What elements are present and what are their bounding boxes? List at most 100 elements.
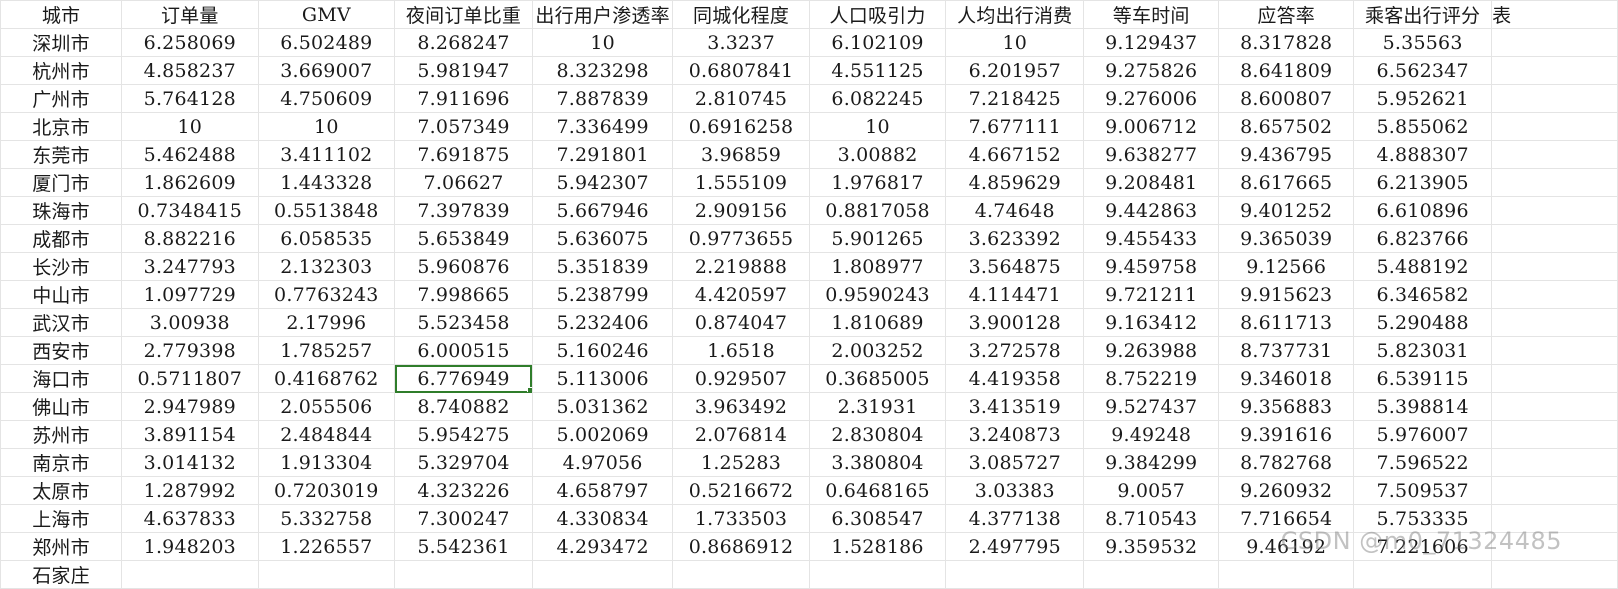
column-header[interactable]: 夜间订单比重 bbox=[394, 0, 533, 29]
value-cell[interactable]: 1.226557 bbox=[257, 532, 396, 561]
value-cell[interactable]: 8.600807 bbox=[1218, 84, 1355, 113]
city-cell[interactable]: 上海市 bbox=[0, 504, 123, 533]
value-cell[interactable]: 8.710543 bbox=[1083, 504, 1220, 533]
empty-cell[interactable] bbox=[1491, 84, 1618, 113]
value-cell[interactable]: 1.976817 bbox=[808, 168, 947, 197]
value-cell[interactable]: 0.5513848 bbox=[257, 196, 396, 225]
value-cell[interactable]: 9.260932 bbox=[1218, 476, 1355, 505]
empty-cell[interactable] bbox=[1491, 168, 1618, 197]
value-cell[interactable]: 5.901265 bbox=[808, 224, 947, 253]
column-header[interactable]: 等车时间 bbox=[1083, 0, 1220, 29]
empty-cell[interactable] bbox=[672, 560, 810, 589]
city-cell[interactable]: 厦门市 bbox=[0, 168, 123, 197]
value-cell[interactable]: 9.384299 bbox=[1083, 448, 1220, 477]
empty-cell[interactable] bbox=[394, 560, 533, 589]
value-cell[interactable]: 2.830804 bbox=[808, 420, 947, 449]
value-cell[interactable]: 0.5711807 bbox=[121, 364, 259, 393]
city-cell[interactable]: 深圳市 bbox=[0, 28, 123, 57]
value-cell[interactable]: 5.351839 bbox=[531, 252, 674, 281]
value-cell[interactable]: 2.497795 bbox=[945, 532, 1085, 561]
value-cell[interactable]: 2.076814 bbox=[672, 420, 810, 449]
value-cell[interactable]: 9.263988 bbox=[1083, 336, 1220, 365]
value-cell[interactable]: 6.102109 bbox=[808, 28, 947, 57]
value-cell[interactable]: 3.03383 bbox=[945, 476, 1085, 505]
value-cell[interactable]: 9.455433 bbox=[1083, 224, 1220, 253]
value-cell[interactable]: 0.7348415 bbox=[121, 196, 259, 225]
value-cell[interactable]: 9.459758 bbox=[1083, 252, 1220, 281]
value-cell[interactable]: 7.221606 bbox=[1353, 532, 1493, 561]
value-cell[interactable]: 5.542361 bbox=[394, 532, 533, 561]
empty-cell[interactable] bbox=[1491, 364, 1618, 393]
value-cell[interactable]: 4.330834 bbox=[531, 504, 674, 533]
city-cell[interactable]: 杭州市 bbox=[0, 56, 123, 85]
value-cell[interactable]: 0.6916258 bbox=[672, 112, 810, 141]
value-cell[interactable]: 7.998665 bbox=[394, 280, 533, 309]
empty-cell[interactable] bbox=[1491, 448, 1618, 477]
value-cell[interactable]: 2.779398 bbox=[121, 336, 259, 365]
value-cell[interactable]: 5.160246 bbox=[531, 336, 674, 365]
city-cell[interactable]: 成都市 bbox=[0, 224, 123, 253]
value-cell[interactable]: 3.411102 bbox=[257, 140, 396, 169]
value-cell[interactable]: 6.308547 bbox=[808, 504, 947, 533]
value-cell[interactable]: 3.413519 bbox=[945, 392, 1085, 421]
value-cell[interactable]: 7.291801 bbox=[531, 140, 674, 169]
value-cell[interactable]: 6.610896 bbox=[1353, 196, 1493, 225]
city-cell[interactable]: 海口市 bbox=[0, 364, 123, 393]
city-cell[interactable]: 中山市 bbox=[0, 280, 123, 309]
value-cell[interactable]: 2.003252 bbox=[808, 336, 947, 365]
value-cell[interactable]: 6.346582 bbox=[1353, 280, 1493, 309]
value-cell[interactable]: 1.810689 bbox=[808, 308, 947, 337]
column-header[interactable]: 应答率 bbox=[1218, 0, 1355, 29]
value-cell[interactable]: 10 bbox=[808, 112, 947, 141]
column-header[interactable]: 同城化程度 bbox=[672, 0, 810, 29]
value-cell[interactable]: 2.17996 bbox=[257, 308, 396, 337]
value-cell[interactable]: 2.132303 bbox=[257, 252, 396, 281]
city-cell[interactable]: 广州市 bbox=[0, 84, 123, 113]
city-cell[interactable]: 苏州市 bbox=[0, 420, 123, 449]
value-cell[interactable]: 9.401252 bbox=[1218, 196, 1355, 225]
value-cell[interactable]: 5.398814 bbox=[1353, 392, 1493, 421]
empty-cell[interactable] bbox=[1491, 224, 1618, 253]
value-cell[interactable]: 8.268247 bbox=[394, 28, 533, 57]
empty-cell[interactable] bbox=[1491, 196, 1618, 225]
value-cell[interactable]: 4.888307 bbox=[1353, 140, 1493, 169]
value-cell[interactable]: 9.391616 bbox=[1218, 420, 1355, 449]
value-cell[interactable]: 2.31931 bbox=[808, 392, 947, 421]
value-cell[interactable]: 3.623392 bbox=[945, 224, 1085, 253]
empty-cell[interactable] bbox=[531, 560, 674, 589]
value-cell[interactable]: 5.952621 bbox=[1353, 84, 1493, 113]
value-cell[interactable]: 7.300247 bbox=[394, 504, 533, 533]
value-cell[interactable]: 9.163412 bbox=[1083, 308, 1220, 337]
value-cell[interactable]: 4.114471 bbox=[945, 280, 1085, 309]
city-cell[interactable]: 南京市 bbox=[0, 448, 123, 477]
value-cell[interactable]: 4.419358 bbox=[945, 364, 1085, 393]
value-cell[interactable]: 1.443328 bbox=[257, 168, 396, 197]
value-cell[interactable]: 9.442863 bbox=[1083, 196, 1220, 225]
value-cell[interactable]: 0.5216672 bbox=[672, 476, 810, 505]
value-cell[interactable]: 4.551125 bbox=[808, 56, 947, 85]
value-cell[interactable]: 9.436795 bbox=[1218, 140, 1355, 169]
value-cell[interactable]: 3.963492 bbox=[672, 392, 810, 421]
column-header[interactable]: 出行用户渗透率 bbox=[531, 0, 674, 29]
value-cell[interactable]: 5.113006 bbox=[531, 364, 674, 393]
value-cell[interactable]: 10 bbox=[945, 28, 1085, 57]
empty-cell[interactable] bbox=[1491, 56, 1618, 85]
value-cell[interactable]: 3.96859 bbox=[672, 140, 810, 169]
value-cell[interactable]: 7.596522 bbox=[1353, 448, 1493, 477]
value-cell[interactable]: 9.638277 bbox=[1083, 140, 1220, 169]
value-cell[interactable]: 5.942307 bbox=[531, 168, 674, 197]
value-cell[interactable]: 6.000515 bbox=[394, 336, 533, 365]
selected-cell[interactable]: 6.776949 bbox=[394, 364, 533, 393]
empty-cell[interactable] bbox=[1491, 28, 1618, 57]
value-cell[interactable]: 3.014132 bbox=[121, 448, 259, 477]
value-cell[interactable]: 3.669007 bbox=[257, 56, 396, 85]
value-cell[interactable]: 9.208481 bbox=[1083, 168, 1220, 197]
value-cell[interactable]: 2.909156 bbox=[672, 196, 810, 225]
city-cell[interactable]: 太原市 bbox=[0, 476, 123, 505]
value-cell[interactable]: 4.858237 bbox=[121, 56, 259, 85]
value-cell[interactable]: 5.823031 bbox=[1353, 336, 1493, 365]
value-cell[interactable]: 3.085727 bbox=[945, 448, 1085, 477]
value-cell[interactable]: 2.810745 bbox=[672, 84, 810, 113]
value-cell[interactable]: 3.272578 bbox=[945, 336, 1085, 365]
empty-cell[interactable] bbox=[1491, 504, 1618, 533]
